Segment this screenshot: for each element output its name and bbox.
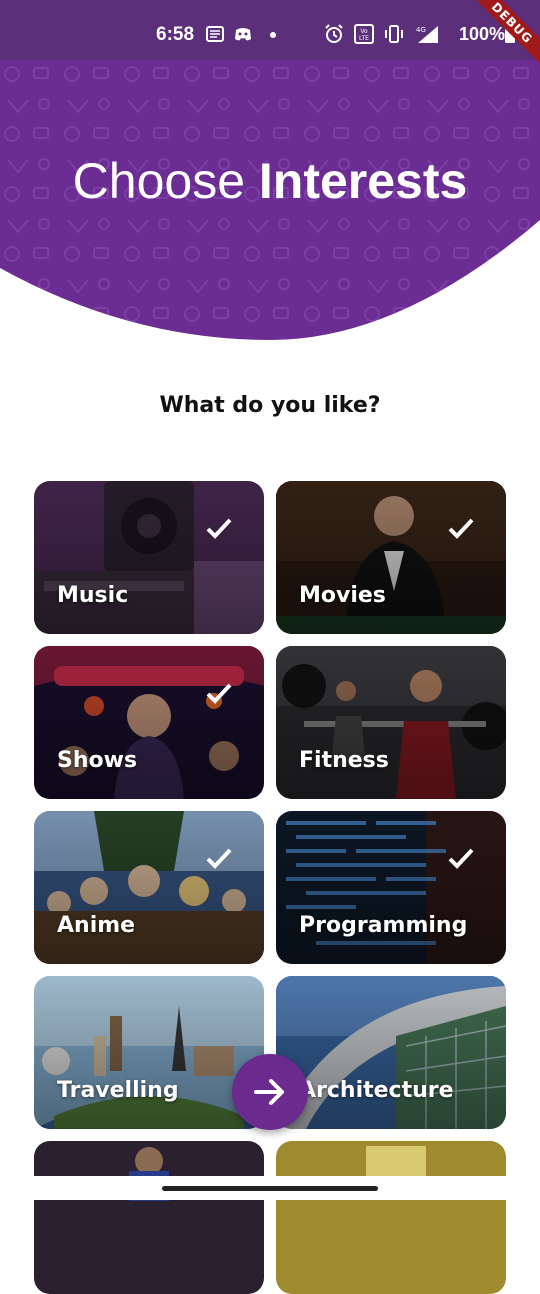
interest-card-architecture[interactable]: Architecture (276, 976, 506, 1129)
svg-text:Vo: Vo (360, 28, 368, 35)
svg-text:LTE: LTE (359, 35, 369, 42)
check-icon (448, 518, 474, 539)
arrow-right-icon (254, 1079, 284, 1105)
interest-card-music[interactable]: Music (34, 481, 264, 634)
interest-card-fitness[interactable]: Fitness (276, 646, 506, 799)
check-icon (206, 518, 232, 539)
status-time: 6:58 (156, 24, 195, 45)
check-icon (206, 848, 232, 869)
alarm-icon (325, 24, 343, 43)
section-question: What do you like? (159, 393, 381, 418)
notes-icon (206, 26, 224, 42)
interest-card-partial-right[interactable] (276, 1141, 506, 1294)
interest-card-travelling[interactable]: Travelling (34, 976, 264, 1129)
discord-icon (235, 28, 251, 41)
interest-card-partial-left[interactable] (34, 1141, 264, 1294)
gesture-handle[interactable] (162, 1186, 378, 1191)
network-label: 4G (416, 26, 426, 34)
interest-label: Movies (299, 583, 386, 608)
interest-card-shows[interactable]: Shows (34, 646, 264, 799)
signal-icon: 4G (416, 26, 438, 43)
battery-percent: 100% (458, 24, 505, 44)
next-button[interactable] (232, 1054, 308, 1130)
status-bar: 6:58 Vo LTE 4G 100% DEBUG (0, 0, 540, 72)
interest-label: Architecture (299, 1078, 454, 1103)
page-title-light: Choose (72, 153, 259, 209)
vibrate-icon (385, 25, 403, 43)
page-title-bold: Interests (258, 153, 468, 209)
interest-label: Shows (57, 748, 138, 773)
interest-card-anime[interactable]: Anime (34, 811, 264, 964)
interest-label: Travelling (57, 1078, 179, 1103)
check-icon (206, 683, 232, 704)
dot-icon (270, 32, 276, 38)
interest-card-movies[interactable]: Movies (276, 481, 506, 634)
volte-icon: VoLTE (354, 24, 374, 44)
interest-label: Fitness (299, 748, 389, 773)
interest-label: Music (57, 583, 129, 608)
interest-label: Programming (299, 913, 468, 938)
page-title: Choose Interests (0, 152, 540, 210)
check-icon (448, 848, 474, 869)
interest-label: Anime (57, 913, 136, 938)
interest-card-programming[interactable]: Programming (276, 811, 506, 964)
